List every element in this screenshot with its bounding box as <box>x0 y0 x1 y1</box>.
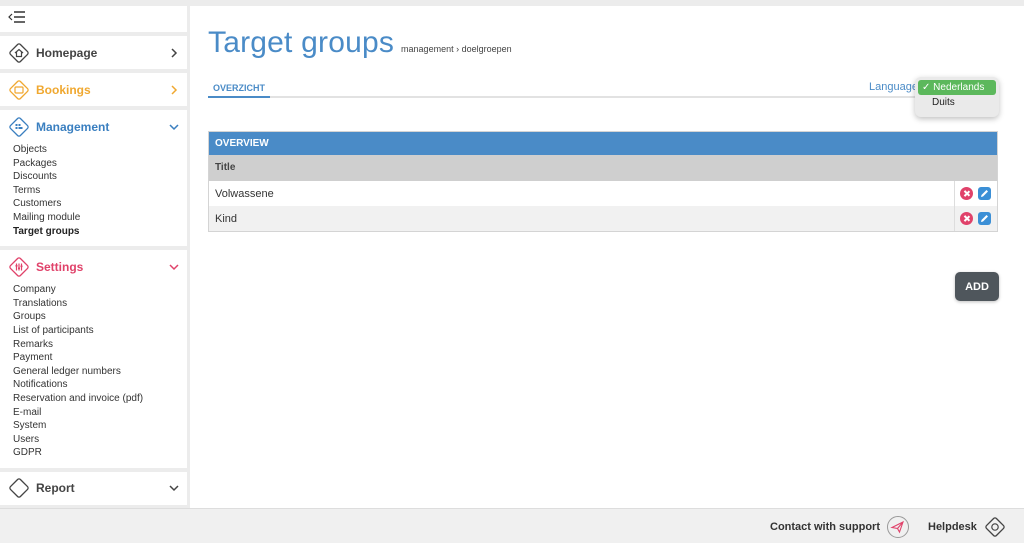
chevron-right-icon <box>171 84 178 95</box>
chevron-down-icon <box>169 485 179 492</box>
sidebar-subitem-discounts[interactable]: Discounts <box>13 170 187 184</box>
row-title: Kind <box>215 212 238 225</box>
breadcrumb-item-doelgroepen[interactable]: doelgroepen <box>462 44 512 54</box>
sidebar-section-report: Report <box>0 471 187 505</box>
edit-pencil-icon[interactable] <box>978 187 991 200</box>
breadcrumb-item-management[interactable]: management <box>401 44 454 54</box>
page-header: Target groups management › doelgroepen <box>208 26 512 60</box>
sidebar-section-management: Management Objects Packages Discounts Te… <box>0 110 187 247</box>
sidebar-subitem-reservation-invoice[interactable]: Reservation and invoice (pdf) <box>13 392 187 406</box>
settings-icon <box>9 256 29 277</box>
sidebar-item-label: Homepage <box>36 45 98 60</box>
helpdesk-label: Helpdesk <box>928 521 977 533</box>
delete-icon[interactable] <box>960 187 973 200</box>
sidebar-subitem-mailing-module[interactable]: Mailing module <box>13 211 187 225</box>
sidebar-subitem-groups[interactable]: Groups <box>13 310 187 324</box>
sidebar-subitem-remarks[interactable]: Remarks <box>13 338 187 352</box>
sidebar-subitem-customers[interactable]: Customers <box>13 197 187 211</box>
sidebar-subitem-packages[interactable]: Packages <box>13 157 187 171</box>
language-label: Language <box>869 81 918 93</box>
language-dropdown[interactable]: ✓ Nederlands Duits <box>915 77 999 117</box>
sidebar-item-bookings[interactable]: Bookings <box>0 73 187 106</box>
bookings-icon <box>9 79 29 100</box>
sidebar-subitem-gdpr[interactable]: GDPR <box>13 446 187 460</box>
footer: Contact with support Helpdesk <box>0 508 1024 543</box>
overview-panel: OVERVIEW Title Volwassene Kind <box>208 131 998 232</box>
sidebar-subitem-notifications[interactable]: Notifications <box>13 378 187 392</box>
breadcrumb: management › doelgroepen <box>401 44 512 54</box>
sidebar-subitem-payment[interactable]: Payment <box>13 351 187 365</box>
delete-icon[interactable] <box>960 212 973 225</box>
sidebar-section-bookings: Bookings <box>0 73 187 106</box>
home-icon <box>9 42 29 63</box>
sidebar-subitem-general-ledger-numbers[interactable]: General ledger numbers <box>13 365 187 379</box>
sidebar-subitem-users[interactable]: Users <box>13 433 187 447</box>
sidebar-section-homepage: Homepage <box>0 36 187 69</box>
table-row: Volwassene <box>209 181 997 206</box>
sidebar-item-label: Management <box>36 119 110 134</box>
overview-heading: OVERVIEW <box>209 132 997 155</box>
sidebar-item-label: Bookings <box>36 82 91 97</box>
chevron-down-icon <box>169 264 179 270</box>
collapse-menu-icon <box>8 11 25 23</box>
contact-support-link[interactable]: Contact with support <box>770 515 910 539</box>
language-option-label: Nederlands <box>933 82 985 93</box>
sidebar-subitem-objects[interactable]: Objects <box>13 143 187 157</box>
page-title: Target groups <box>208 26 395 59</box>
sidebar-subitem-system[interactable]: System <box>13 419 187 433</box>
paper-plane-icon <box>887 516 909 538</box>
row-title: Volwassene <box>215 187 274 200</box>
sidebar-section-settings: Settings Company Translations Groups Lis… <box>0 250 187 468</box>
chevron-down-icon <box>169 123 179 130</box>
sidebar-subitem-target-groups[interactable]: Target groups <box>13 225 187 239</box>
sidebar-item-report[interactable]: Report <box>0 472 187 505</box>
contact-support-label: Contact with support <box>770 521 880 533</box>
sidebar-item-settings[interactable]: Settings <box>0 250 187 283</box>
settings-submenu: Company Translations Groups List of part… <box>0 283 187 468</box>
sidebar-item-management[interactable]: Management <box>0 110 187 143</box>
sidebar: Homepage Bookings Management Objects Pac… <box>0 6 187 508</box>
sidebar-collapse-button[interactable] <box>0 6 187 32</box>
breadcrumb-separator: › <box>456 44 460 54</box>
sidebar-subitem-email[interactable]: E-mail <box>13 406 187 420</box>
language-option-nederlands[interactable]: ✓ Nederlands <box>918 80 996 95</box>
row-actions <box>954 206 991 231</box>
tab-overzicht[interactable]: OVERZICHT <box>208 79 271 98</box>
report-icon <box>9 478 29 499</box>
chevron-right-icon <box>171 47 178 58</box>
add-button[interactable]: ADD <box>955 272 999 301</box>
sidebar-item-label: Settings <box>36 259 84 274</box>
main-content: Target groups management › doelgroepen O… <box>190 6 1024 508</box>
column-header-title: Title <box>209 155 997 181</box>
checkmark-icon: ✓ <box>922 82 931 93</box>
helpdesk-icon <box>985 517 1005 537</box>
sidebar-subitem-translations[interactable]: Translations <box>13 297 187 311</box>
sidebar-subitem-company[interactable]: Company <box>13 283 187 297</box>
row-actions <box>954 181 991 206</box>
management-icon <box>9 116 29 137</box>
sidebar-item-homepage[interactable]: Homepage <box>0 36 187 69</box>
language-option-duits[interactable]: Duits <box>918 95 996 110</box>
helpdesk-link[interactable]: Helpdesk <box>928 515 1007 539</box>
table-row: Kind <box>209 206 997 231</box>
sidebar-subitem-list-of-participants[interactable]: List of participants <box>13 324 187 338</box>
edit-pencil-icon[interactable] <box>978 212 991 225</box>
sidebar-subitem-terms[interactable]: Terms <box>13 184 187 198</box>
management-submenu: Objects Packages Discounts Terms Custome… <box>0 143 187 246</box>
sidebar-item-label: Report <box>36 481 75 496</box>
